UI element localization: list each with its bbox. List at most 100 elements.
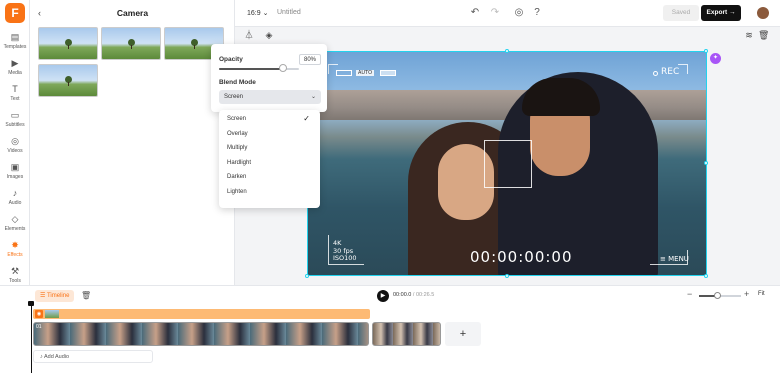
camera-specs: 4K 30 fps ISO100 xyxy=(333,239,357,263)
battery-icon xyxy=(336,70,352,76)
playhead-handle[interactable] xyxy=(28,301,34,306)
panel-title: Camera xyxy=(116,8,149,18)
flip-icon[interactable]: ⏃ xyxy=(244,30,254,40)
canvas-toolbar: ⏃ ◈ ≋ 🗑 xyxy=(238,27,780,43)
effects-panel: ‹ Camera xyxy=(30,0,235,290)
video-clip[interactable] xyxy=(372,322,441,346)
blend-option-multiply[interactable]: Multiply xyxy=(219,141,320,155)
videos-icon: ◎ xyxy=(11,136,19,146)
sidebar-item-subtitles[interactable]: ▭ Subtitles xyxy=(0,110,30,134)
blend-icon[interactable]: ◈ xyxy=(264,30,274,40)
opacity-slider[interactable] xyxy=(219,68,299,70)
subtitles-icon: ▭ xyxy=(10,110,20,120)
elements-icon: ◇ xyxy=(11,214,19,224)
blend-option-label: Multiply xyxy=(227,145,248,152)
aspect-ratio-selector[interactable]: 16:9 ⌄ xyxy=(247,9,268,17)
rec-label: REC xyxy=(661,67,680,77)
blend-option-darken[interactable]: Darken xyxy=(219,170,320,184)
clip-number: 01 xyxy=(36,324,42,330)
sidebar-item-label: Audio xyxy=(8,200,22,206)
effects-icon: ✸ xyxy=(11,240,19,250)
resize-handle[interactable] xyxy=(505,274,509,278)
timeline-panel: ☰ Timeline 🗑 ▶ 00:00.0 / 00:26.5 − + Fit… xyxy=(0,285,780,373)
viewfinder-corner xyxy=(678,64,688,74)
resize-handle[interactable] xyxy=(505,49,509,53)
sidebar-item-label: Tools xyxy=(9,278,21,284)
effect-icon: ◉ xyxy=(35,310,43,318)
playhead[interactable] xyxy=(31,303,32,373)
blend-mode-select[interactable]: Screen ⌄ xyxy=(219,90,321,104)
media-icon: ▶ xyxy=(11,58,19,68)
sidebar-item-text[interactable]: T Text xyxy=(0,84,30,108)
redo-icon[interactable]: ↷ xyxy=(489,7,501,19)
fit-button[interactable]: Fit xyxy=(758,291,765,297)
blend-option-overlay[interactable]: Overlay xyxy=(219,127,320,141)
zoom-slider-knob[interactable] xyxy=(714,292,722,299)
sidebar-item-images[interactable]: ▣ Images xyxy=(0,162,30,186)
timeline-icon: ☰ xyxy=(40,293,46,299)
blend-mode-label: Blend Mode xyxy=(219,79,256,86)
resize-handle[interactable] xyxy=(704,161,708,165)
effect-thumbnail xyxy=(45,310,59,318)
add-clip-button[interactable]: + xyxy=(445,322,481,346)
opacity-value-input[interactable]: 80% xyxy=(299,54,321,65)
sidebar-item-templates[interactable]: ▤ Templates xyxy=(0,32,30,56)
help-icon[interactable]: ? xyxy=(531,7,543,19)
top-bar: 16:9 ⌄ Untitled ↶ ↷ ◎ ? Saved Export → xyxy=(235,0,780,27)
record-dot-icon xyxy=(653,71,658,76)
sidebar-item-elements[interactable]: ◇ Elements xyxy=(0,214,30,238)
sidebar-item-label: Media xyxy=(8,70,22,76)
blend-option-label: Lighten xyxy=(227,189,247,195)
blend-option-screen[interactable]: Screen ✓ xyxy=(219,112,320,126)
export-button[interactable]: Export → xyxy=(701,5,741,21)
sidebar-item-label: Elements xyxy=(4,226,26,232)
resize-handle[interactable] xyxy=(305,274,309,278)
sidebar-item-effects[interactable]: ✸ Effects xyxy=(0,240,30,264)
blend-option-label: Darken xyxy=(227,174,247,181)
effect-track-clip[interactable]: ◉ xyxy=(33,309,370,319)
camera-effect-thumbnail[interactable] xyxy=(38,64,98,97)
ai-assistant-icon[interactable]: ✦ xyxy=(710,53,721,64)
app-logo[interactable]: F xyxy=(5,3,25,23)
sidebar-item-videos[interactable]: ◎ Videos xyxy=(0,136,30,160)
timecode-display: 00:00:00:00 xyxy=(470,248,573,266)
sidebar-item-audio[interactable]: ♪ Audio xyxy=(0,188,30,212)
camera-effect-thumbnail[interactable] xyxy=(38,27,98,60)
opacity-slider-knob[interactable] xyxy=(279,64,287,72)
resize-handle[interactable] xyxy=(704,274,708,278)
camera-menu-label: ≡ MENU xyxy=(660,255,689,263)
capture-frame-icon[interactable]: ◎ xyxy=(513,7,525,19)
chevron-down-icon: ⌄ xyxy=(262,10,269,17)
project-title[interactable]: Untitled xyxy=(277,9,301,16)
trash-icon[interactable]: 🗑 xyxy=(758,30,769,40)
blend-option-label: Overlay xyxy=(227,130,248,137)
add-audio-button[interactable]: ♪ Add Audio xyxy=(33,350,153,363)
layers-icon[interactable]: ≋ xyxy=(744,30,754,40)
user-avatar[interactable] xyxy=(757,7,769,19)
templates-icon: ▤ xyxy=(10,32,20,42)
trash-icon[interactable]: 🗑 xyxy=(81,291,91,300)
sidebar-item-media[interactable]: ▶ Media xyxy=(0,58,30,82)
blend-option-hardlight[interactable]: Hardlight xyxy=(219,156,320,170)
menu-icon: ≡ xyxy=(660,255,666,263)
video-preview-canvas[interactable]: AUTO REC 4K 30 fps ISO100 00:00:00:00 ≡ … xyxy=(307,51,707,276)
opacity-blend-popover: Opacity 80% Blend Mode Screen ⌄ xyxy=(211,44,327,112)
play-button[interactable]: ▶ xyxy=(377,290,389,302)
zoom-out-icon[interactable]: − xyxy=(687,289,692,299)
sidebar-item-label: Videos xyxy=(7,148,23,154)
zoom-in-icon[interactable]: + xyxy=(744,289,749,299)
blend-option-lighten[interactable]: Lighten xyxy=(219,185,320,199)
camera-effect-thumbnail[interactable] xyxy=(101,27,161,60)
sidebar-item-label: Subtitles xyxy=(5,122,25,128)
saved-status: Saved xyxy=(663,5,699,21)
resize-handle[interactable] xyxy=(704,49,708,53)
opacity-label: Opacity xyxy=(219,56,243,63)
sidebar-item-label: Effects xyxy=(7,252,23,258)
tab-timeline[interactable]: ☰ Timeline xyxy=(35,290,75,302)
undo-icon[interactable]: ↶ xyxy=(469,7,481,19)
video-clip[interactable]: 01 xyxy=(33,322,369,346)
left-sidebar: F ▤ Templates ▶ Media T Text ▭ Subtitles ◎ Videos… xyxy=(0,0,30,290)
playback-time: 00:00.0 / 00:26.5 xyxy=(393,292,435,298)
spec-iso: ISO100 xyxy=(333,254,357,262)
auto-label: AUTO xyxy=(356,70,375,76)
